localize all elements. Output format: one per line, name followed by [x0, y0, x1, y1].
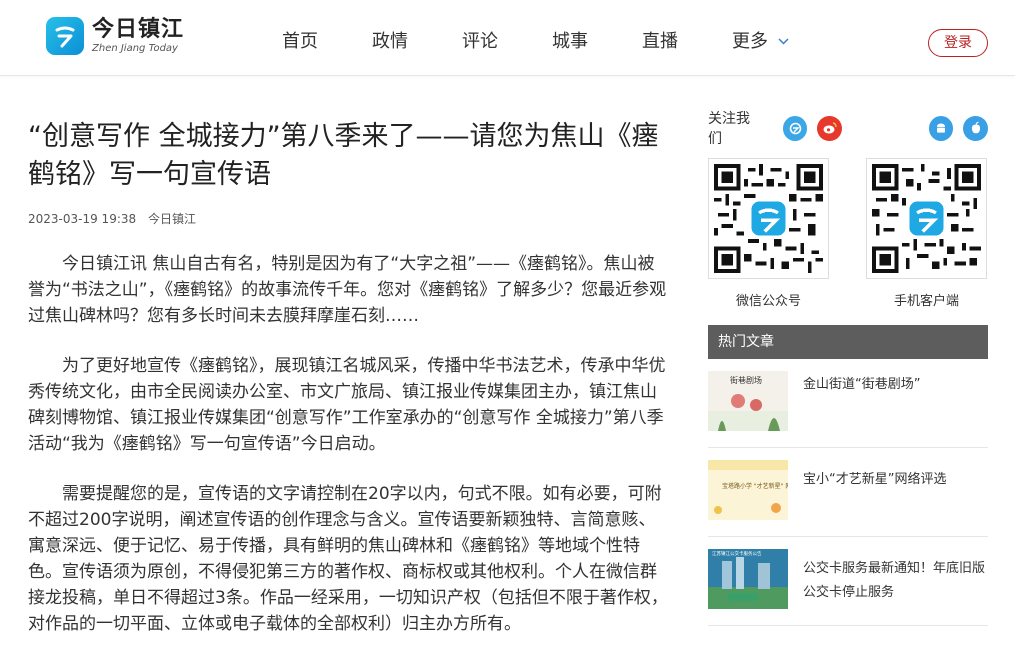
nav-more-label: 更多 — [732, 31, 768, 52]
article-paragraph: 需要提醒您的是，宣传语的文字请控制在20字以内，句式不限。如有必要，可附不超过2… — [28, 484, 668, 634]
logo-title: 今日镇江 — [92, 16, 185, 42]
wechat-qr-caption: 微信公众号 — [735, 294, 801, 309]
logo-subtitle: Zhen Jiang Today — [92, 42, 178, 54]
site-logo[interactable]: 今日镇江 Zhen Jiang Today — [46, 17, 184, 55]
main-nav: 首页 政情 评论 城事 直播 更多 — [282, 30, 789, 54]
hot-article-thumbnail[interactable]: 江苏镇江公交卡服务公告 — [708, 549, 788, 609]
follow-us-bar: 关注我们 — [708, 111, 988, 147]
apple-icon[interactable] — [963, 115, 988, 141]
hot-articles-header: 热门文章 — [708, 325, 988, 359]
hot-article-title[interactable]: 宝小“才艺新星”网络评选 — [803, 468, 988, 492]
hot-article-item[interactable]: 街巷剧场 金山街道“街巷剧场” — [708, 359, 988, 448]
hot-article-thumbnail[interactable]: 宝塔路小学 "才艺新星" 网络评选 — [708, 460, 788, 520]
nav-item-city[interactable]: 城事 — [552, 30, 588, 54]
article-meta: 2023-03-19 19:38 今日镇江 — [28, 210, 670, 227]
hot-articles-list: 街巷剧场 金山街道“街巷剧场” 宝塔路小学 "才艺新星" 网络评选 宝小“才艺新… — [708, 359, 988, 626]
app-qr-code — [866, 158, 987, 279]
chevron-down-icon — [778, 30, 789, 54]
svg-text:街巷剧场: 街巷剧场 — [730, 375, 762, 385]
article-paragraph: 今日镇江讯 焦山自古有名，特别是因为有了“大字之祖”——《瘗鹤铭》。焦山被誉为“… — [28, 254, 667, 326]
logo-icon — [46, 17, 84, 55]
hot-article-thumbnail[interactable]: 街巷剧场 — [708, 371, 788, 431]
article-source: 今日镇江 — [147, 212, 196, 226]
svg-text:江苏镇江公交卡服务公告: 江苏镇江公交卡服务公告 — [712, 550, 762, 557]
app-qr-caption: 手机客户端 — [893, 294, 959, 309]
qr-codes: 微信公众号 手机客户端 — [708, 158, 988, 318]
site-header: 今日镇江 Zhen Jiang Today 首页 政情 评论 城事 直播 更多 … — [0, 0, 1015, 76]
article: “创意写作 全城接力”第八季来了——请您为焦山《瘗鹤铭》写一句宣传语 2023-… — [28, 118, 670, 637]
nav-item-home[interactable]: 首页 — [282, 30, 318, 54]
follow-label: 关注我们 — [708, 111, 750, 147]
hot-article-item[interactable]: 江苏镇江公交卡服务公告 公交卡服务最新通知！年底旧版公交卡停止服务 — [708, 537, 988, 626]
svg-text:宝塔路小学 "才艺新星" 网络评选: 宝塔路小学 "才艺新星" 网络评选 — [722, 482, 788, 490]
article-paragraph: 为了更好地宣传《瘗鹤铭》，展现镇江名城风采，传播中华书法艺术，传承中华优秀传统文… — [28, 356, 666, 454]
article-date: 2023-03-19 19:38 — [28, 212, 137, 226]
hot-article-item[interactable]: 宝塔路小学 "才艺新星" 网络评选 宝小“才艺新星”网络评选 — [708, 448, 988, 537]
login-button[interactable]: 登录 — [928, 29, 988, 57]
nav-item-politics[interactable]: 政情 — [372, 30, 408, 54]
hot-article-title[interactable]: 金山街道“街巷剧场” — [803, 373, 988, 397]
nav-item-more[interactable]: 更多 — [732, 30, 789, 54]
nav-item-comment[interactable]: 评论 — [462, 30, 498, 54]
weibo-icon[interactable] — [817, 115, 842, 141]
article-title: “创意写作 全城接力”第八季来了——请您为焦山《瘗鹤铭》写一句宣传语 — [28, 121, 659, 190]
app-logo-icon[interactable] — [782, 115, 808, 141]
nav-item-live[interactable]: 直播 — [642, 30, 678, 54]
hot-article-title[interactable]: 公交卡服务最新通知！年底旧版公交卡停止服务 — [803, 557, 988, 605]
wechat-qr-code — [708, 158, 829, 279]
sidebar: 关注我们 微信公众号 手机客户端 热门文章 街巷剧场 金山街道“街巷剧场” 宝塔… — [708, 111, 988, 626]
android-icon[interactable] — [928, 115, 954, 141]
